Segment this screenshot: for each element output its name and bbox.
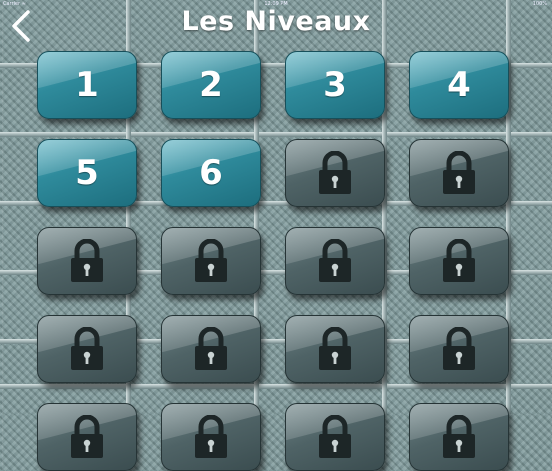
lock-icon bbox=[443, 151, 475, 194]
level-tile-locked[interactable] bbox=[409, 315, 509, 383]
lock-icon bbox=[71, 415, 103, 458]
level-tile-locked[interactable] bbox=[285, 227, 385, 295]
level-number: 2 bbox=[199, 65, 223, 105]
tile-grout-line bbox=[0, 132, 552, 137]
level-tile-locked[interactable] bbox=[409, 227, 509, 295]
lock-icon bbox=[443, 239, 475, 282]
level-number: 6 bbox=[199, 153, 223, 193]
lock-icon bbox=[443, 415, 475, 458]
lock-icon bbox=[443, 327, 475, 370]
lock-icon bbox=[319, 415, 351, 458]
level-number: 3 bbox=[323, 65, 347, 105]
level-tile-locked[interactable] bbox=[409, 139, 509, 207]
level-number: 1 bbox=[75, 65, 99, 105]
level-tile-locked[interactable] bbox=[37, 227, 137, 295]
level-tile[interactable]: 2 bbox=[161, 51, 261, 119]
level-tile[interactable]: 5 bbox=[37, 139, 137, 207]
lock-icon bbox=[319, 327, 351, 370]
level-tile[interactable]: 1 bbox=[37, 51, 137, 119]
level-tile-locked[interactable] bbox=[37, 315, 137, 383]
level-tile[interactable]: 4 bbox=[409, 51, 509, 119]
level-tile-locked[interactable] bbox=[409, 403, 509, 471]
lock-icon bbox=[195, 239, 227, 282]
level-tile-locked[interactable] bbox=[285, 315, 385, 383]
lock-icon bbox=[71, 327, 103, 370]
level-tile[interactable]: 3 bbox=[285, 51, 385, 119]
lock-icon bbox=[319, 151, 351, 194]
level-tile-locked[interactable] bbox=[285, 403, 385, 471]
level-tile-locked[interactable] bbox=[285, 139, 385, 207]
level-tile-locked[interactable] bbox=[161, 227, 261, 295]
page-title: Les Niveaux bbox=[181, 6, 371, 37]
level-tile-locked[interactable] bbox=[161, 315, 261, 383]
level-tile-locked[interactable] bbox=[161, 403, 261, 471]
lock-icon bbox=[195, 415, 227, 458]
lock-icon bbox=[319, 239, 351, 282]
level-number: 4 bbox=[447, 65, 471, 105]
tile-grout-line bbox=[0, 384, 552, 389]
lock-icon bbox=[71, 239, 103, 282]
level-tile-locked[interactable] bbox=[37, 403, 137, 471]
level-number: 5 bbox=[75, 153, 99, 193]
level-tile[interactable]: 6 bbox=[161, 139, 261, 207]
lock-icon bbox=[195, 327, 227, 370]
